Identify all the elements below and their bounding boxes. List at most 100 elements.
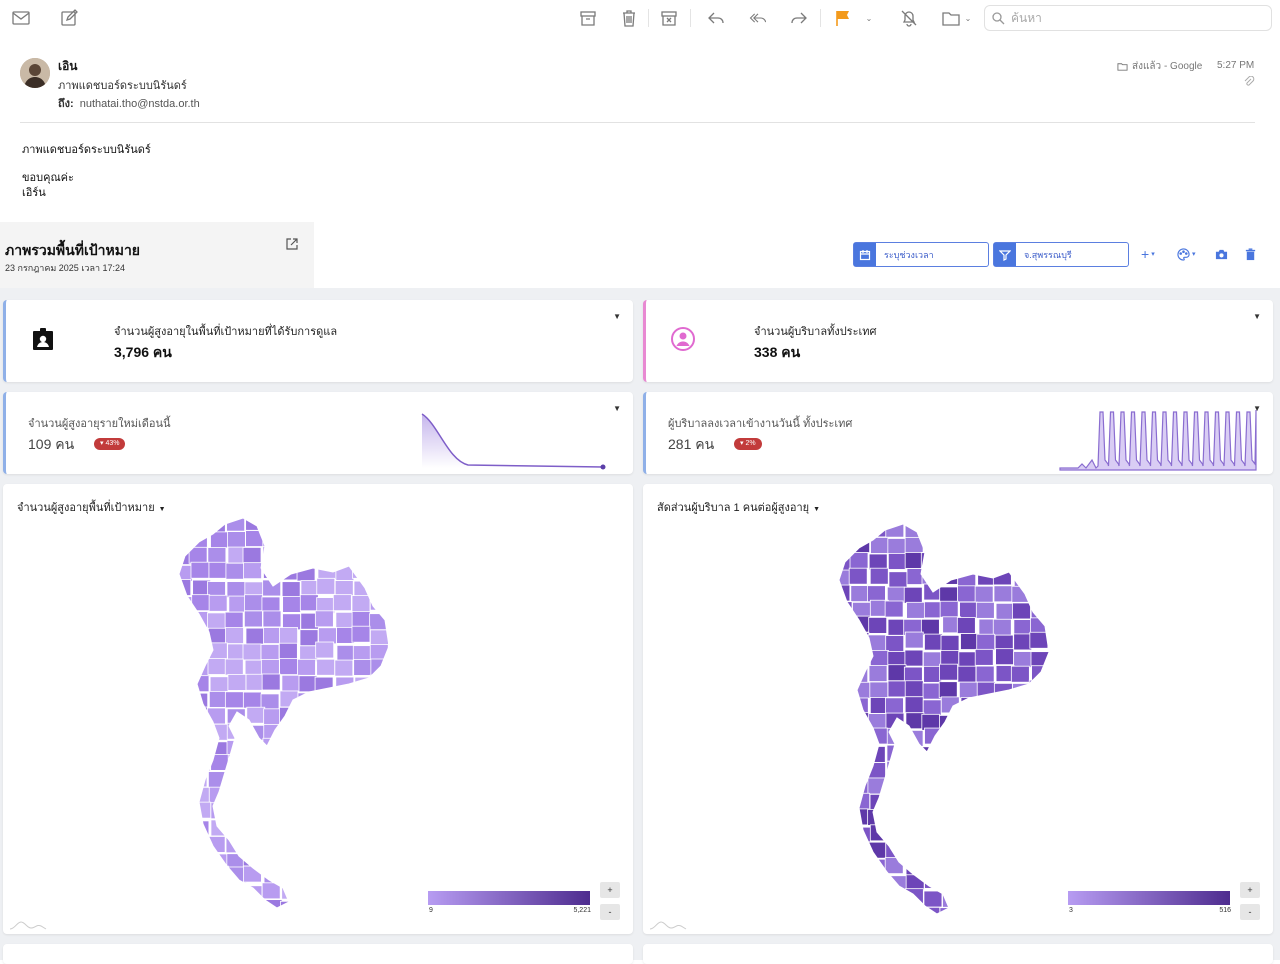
- province-region[interactable]: [242, 849, 262, 867]
- province-region[interactable]: [334, 580, 354, 598]
- province-region[interactable]: [1011, 759, 1031, 777]
- province-region[interactable]: [335, 741, 355, 759]
- province-region[interactable]: [334, 821, 354, 839]
- province-region[interactable]: [372, 851, 391, 868]
- province-region[interactable]: [1032, 762, 1051, 780]
- province-region[interactable]: [297, 756, 316, 774]
- province-region[interactable]: [334, 659, 354, 677]
- province-region[interactable]: [833, 617, 851, 635]
- province-region[interactable]: [225, 786, 244, 804]
- province-region[interactable]: [868, 553, 888, 571]
- open-external-icon[interactable]: [285, 237, 299, 251]
- province-region[interactable]: [335, 899, 355, 916]
- province-region[interactable]: [390, 643, 408, 659]
- province-region[interactable]: [904, 696, 924, 714]
- province-region[interactable]: [992, 906, 1012, 923]
- province-region[interactable]: [994, 712, 1014, 730]
- province-region[interactable]: [369, 722, 389, 739]
- province-region[interactable]: [956, 617, 976, 634]
- province-region[interactable]: [1013, 539, 1033, 556]
- province-region[interactable]: [353, 549, 373, 566]
- province-region[interactable]: [282, 595, 302, 613]
- province-region[interactable]: [315, 516, 334, 533]
- province-region[interactable]: [904, 649, 924, 667]
- province-region[interactable]: [923, 890, 943, 908]
- province-region[interactable]: [208, 561, 228, 579]
- province-region[interactable]: [957, 827, 976, 844]
- province-region[interactable]: [867, 777, 887, 795]
- province-region[interactable]: [885, 635, 905, 652]
- province-region[interactable]: [885, 697, 904, 715]
- province-region[interactable]: [848, 904, 868, 921]
- province-region[interactable]: [1047, 522, 1066, 538]
- province-region[interactable]: [833, 649, 851, 667]
- province-region[interactable]: [959, 601, 978, 619]
- province-region[interactable]: [866, 585, 886, 603]
- province-region[interactable]: [884, 600, 904, 618]
- province-region[interactable]: [245, 516, 265, 531]
- province-region[interactable]: [296, 564, 316, 582]
- province-region[interactable]: [332, 594, 352, 612]
- province-region[interactable]: [923, 601, 943, 619]
- province-region[interactable]: [352, 561, 371, 579]
- province-region[interactable]: [851, 536, 871, 554]
- province-region[interactable]: [369, 532, 389, 550]
- province-region[interactable]: [391, 677, 409, 693]
- province-region[interactable]: [352, 741, 371, 758]
- province-region[interactable]: [279, 563, 298, 581]
- province-region[interactable]: [387, 660, 406, 677]
- province-region[interactable]: [958, 843, 978, 861]
- province-region[interactable]: [904, 680, 924, 698]
- province-region[interactable]: [1028, 679, 1048, 697]
- province-region[interactable]: [1046, 551, 1065, 569]
- province-region[interactable]: [245, 788, 265, 806]
- province-region[interactable]: [316, 577, 336, 595]
- province-region[interactable]: [352, 788, 372, 806]
- province-region[interactable]: [975, 601, 995, 619]
- province-region[interactable]: [1029, 872, 1049, 890]
- province-region[interactable]: [884, 890, 904, 907]
- province-region[interactable]: [867, 841, 887, 859]
- province-region[interactable]: [316, 818, 335, 836]
- province-region[interactable]: [923, 539, 943, 557]
- province-region[interactable]: [224, 658, 244, 676]
- province-region[interactable]: [334, 531, 354, 549]
- province-region[interactable]: [175, 659, 194, 677]
- province-region[interactable]: [280, 549, 300, 566]
- province-region[interactable]: [958, 747, 978, 765]
- province-region[interactable]: [369, 900, 389, 917]
- province-region[interactable]: [923, 665, 943, 683]
- province-region[interactable]: [1048, 619, 1067, 637]
- province-region[interactable]: [391, 852, 409, 868]
- province-region[interactable]: [975, 536, 994, 554]
- province-region[interactable]: [350, 852, 370, 870]
- map-title[interactable]: สัดส่วนผู้บริบาล 1 คนต่อผู้สูงอายุ ▼: [657, 498, 820, 516]
- province-region[interactable]: [996, 842, 1016, 860]
- province-region[interactable]: [225, 881, 244, 899]
- province-region[interactable]: [886, 744, 906, 762]
- province-region[interactable]: [978, 887, 997, 905]
- province-region[interactable]: [299, 594, 319, 612]
- province-region[interactable]: [260, 771, 280, 789]
- province-region[interactable]: [387, 754, 405, 771]
- province-region[interactable]: [1050, 666, 1068, 682]
- province-region[interactable]: [224, 804, 244, 822]
- province-region[interactable]: [245, 724, 265, 742]
- province-region[interactable]: [318, 627, 337, 645]
- compose-icon[interactable]: [58, 6, 80, 30]
- province-region[interactable]: [938, 681, 958, 699]
- province-region[interactable]: [316, 771, 336, 789]
- province-region[interactable]: [849, 731, 869, 749]
- province-region[interactable]: [351, 611, 371, 628]
- province-region[interactable]: [957, 585, 976, 603]
- province-region[interactable]: [1047, 842, 1066, 860]
- province-region[interactable]: [834, 872, 853, 890]
- province-region[interactable]: [354, 692, 373, 710]
- province-region[interactable]: [904, 906, 924, 923]
- province-region[interactable]: [1010, 665, 1030, 683]
- province-region[interactable]: [833, 825, 852, 843]
- province-region[interactable]: [261, 673, 281, 691]
- province-region[interactable]: [1029, 904, 1049, 921]
- province-region[interactable]: [226, 722, 246, 740]
- attachment-icon[interactable]: [1243, 76, 1255, 88]
